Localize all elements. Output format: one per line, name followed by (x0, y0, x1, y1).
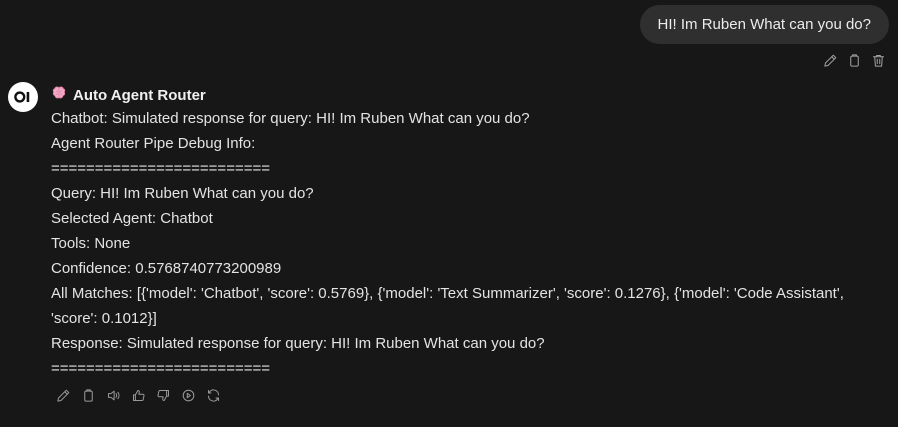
message-line: Chatbot: Simulated response for query: H… (51, 110, 530, 127)
brain-icon (51, 85, 67, 105)
thumbs-up-icon[interactable] (130, 386, 146, 404)
message-line: Tools: None (51, 235, 131, 252)
read-aloud-icon[interactable] (105, 386, 121, 404)
message-line: All Matches: [{'model': 'Chatbot', 'scor… (51, 285, 849, 327)
message-line: Query: HI! Im Ruben What can you do? (51, 185, 314, 202)
edit-icon[interactable] (822, 51, 838, 69)
user-message-actions (822, 51, 886, 69)
message-line: Response: Simulated response for query: … (51, 335, 545, 352)
continue-icon[interactable] (180, 386, 196, 404)
chat-page: HI! Im Ruben What can you do? Auto Agent… (0, 0, 898, 427)
regenerate-icon[interactable] (205, 386, 221, 404)
copy-icon[interactable] (80, 386, 96, 404)
user-message-bubble: HI! Im Ruben What can you do? (639, 5, 889, 44)
user-message-text: HI! Im Ruben What can you do? (657, 16, 871, 33)
message-line: Agent Router Pipe Debug Info: (51, 135, 256, 152)
model-name-label: Auto Agent Router (73, 86, 206, 104)
edit-icon[interactable] (55, 386, 71, 404)
message-line: ========================= (51, 360, 270, 377)
assistant-message-content: Chatbot: Simulated response for query: H… (51, 106, 886, 381)
message-line: Selected Agent: Chatbot (51, 210, 213, 227)
message-line: ========================= (51, 160, 270, 177)
copy-icon[interactable] (846, 51, 862, 69)
open-webui-logo-icon (14, 91, 30, 103)
delete-icon[interactable] (870, 51, 886, 69)
assistant-avatar (8, 82, 38, 112)
model-name-header: Auto Agent Router (51, 85, 206, 105)
thumbs-down-icon[interactable] (155, 386, 171, 404)
message-line: Confidence: 0.5768740773200989 (51, 260, 282, 277)
assistant-message-actions (55, 386, 221, 404)
